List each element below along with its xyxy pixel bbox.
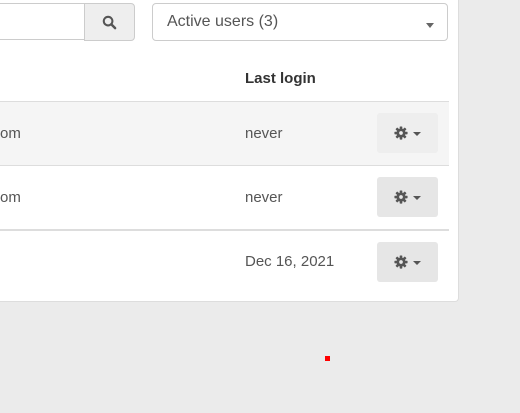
table-row: om never: [0, 165, 449, 229]
gear-icon: [394, 126, 408, 140]
user-filter-value: Active users (3): [167, 13, 279, 30]
user-actions-button[interactable]: [377, 177, 438, 217]
table-row: om never: [0, 101, 449, 165]
user-actions-button[interactable]: [377, 113, 438, 153]
table-row: Dec 16, 2021: [0, 229, 449, 293]
last-login-cell: Dec 16, 2021: [245, 253, 335, 270]
caret-down-icon: [413, 261, 421, 265]
users-panel: Active users (3) Last login om never om …: [0, 0, 459, 302]
caret-down-icon: [413, 132, 421, 136]
last-login-cell: never: [245, 189, 283, 206]
search-input[interactable]: [0, 3, 85, 40]
column-header-last-login: Last login: [245, 70, 316, 87]
search-icon: [102, 15, 117, 29]
search-button[interactable]: [84, 3, 135, 41]
last-login-cell: never: [245, 125, 283, 142]
caret-down-icon: [413, 196, 421, 200]
user-actions-button[interactable]: [377, 242, 438, 282]
cursor-marker: [325, 356, 330, 361]
user-filter-select[interactable]: Active users (3): [152, 3, 448, 41]
gear-icon: [394, 255, 408, 269]
user-email-cell: om: [0, 189, 21, 206]
user-email-cell: om: [0, 125, 21, 142]
chevron-down-icon: [426, 23, 434, 28]
gear-icon: [394, 190, 408, 204]
